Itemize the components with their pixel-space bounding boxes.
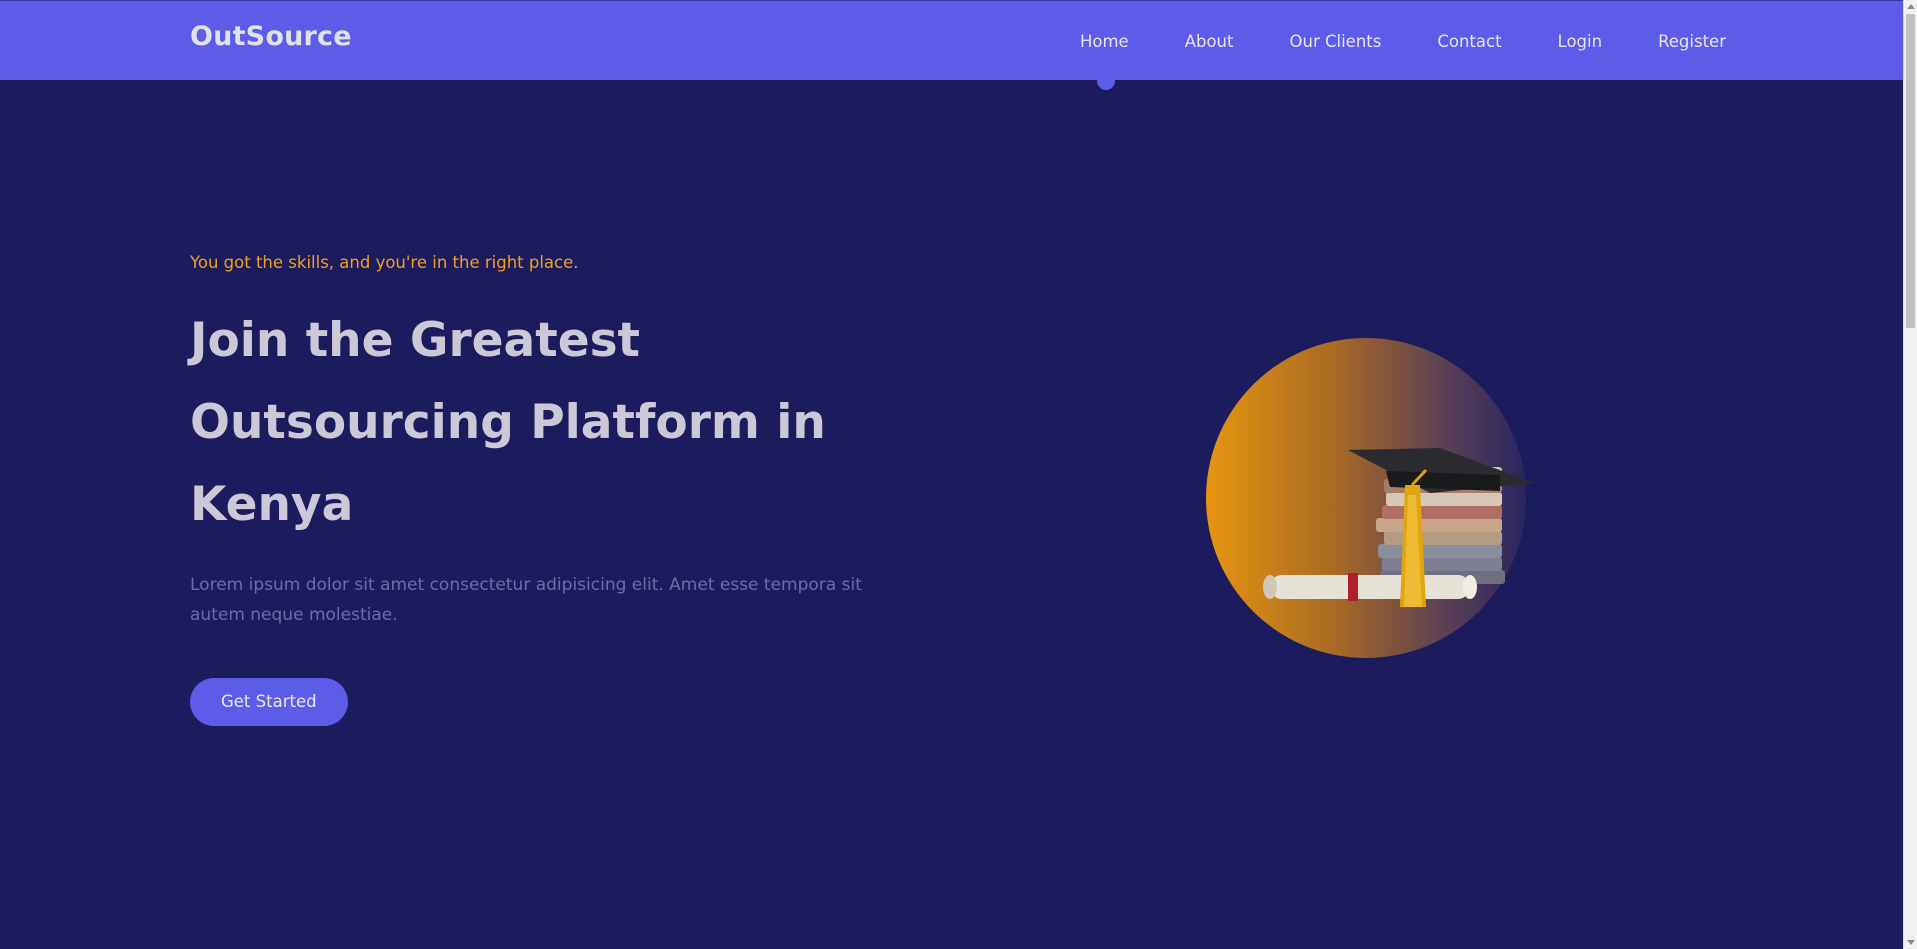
nav-about[interactable]: About <box>1185 32 1234 51</box>
hero-image <box>1200 335 1560 665</box>
nav-contact[interactable]: Contact <box>1437 32 1501 51</box>
scroll-thumb[interactable] <box>1906 14 1915 328</box>
scroll-up-icon[interactable] <box>1907 4 1915 9</box>
hero-section: You got the skills, and you're in the ri… <box>190 253 950 726</box>
vertical-scrollbar[interactable] <box>1903 0 1917 949</box>
nav-our-clients[interactable]: Our Clients <box>1290 32 1382 51</box>
nav-login[interactable]: Login <box>1558 32 1603 51</box>
hero-tagline: You got the skills, and you're in the ri… <box>190 253 579 272</box>
get-started-button[interactable]: Get Started <box>190 678 348 726</box>
scroll-down-icon[interactable] <box>1907 940 1915 945</box>
active-nav-indicator <box>1097 72 1115 90</box>
graduation-cap-books-icon <box>1263 448 1535 607</box>
nav-home[interactable]: Home <box>1080 32 1129 51</box>
hero-description: Lorem ipsum dolor sit amet consectetur a… <box>190 575 862 625</box>
brand-logo[interactable]: OutSource <box>190 21 352 52</box>
top-navbar: OutSource Home About Our Clients Contact… <box>0 0 1903 80</box>
nav-register[interactable]: Register <box>1658 32 1726 51</box>
page: OutSource Home About Our Clients Contact… <box>0 0 1917 949</box>
hero-headline: Join the Greatest Outsourcing Platform i… <box>190 313 826 532</box>
main-nav: Home About Our Clients Contact Login Reg… <box>1080 1 1726 81</box>
